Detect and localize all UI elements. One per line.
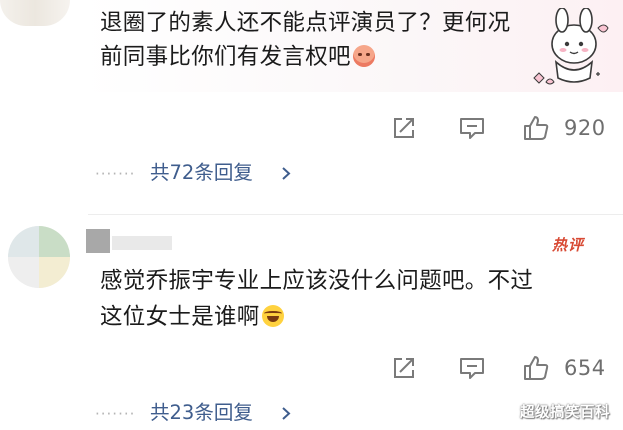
comment-text: 这位女士是谁啊	[100, 302, 284, 332]
comment-text-line: 退圈了的素人还不能点评演员了？更何况	[100, 10, 511, 36]
like-icon[interactable]	[522, 114, 550, 142]
share-icon[interactable]	[390, 354, 418, 382]
comment-card: 热评 感觉乔振宇专业上应该没什么问题吧。不过 这位女士是谁啊 654 ·····…	[0, 204, 623, 430]
comment-text: 退圈了的素人还不能点评演员了？更何况	[100, 8, 510, 38]
watermark-text: 超级搞笑百科	[520, 405, 610, 421]
reply-count-label[interactable]: 共23条回复	[150, 399, 253, 427]
comment-text: 感觉乔振宇专业上应该没什么问题吧。不过	[100, 266, 533, 296]
redacted-username	[86, 229, 110, 253]
like-count: 654	[564, 356, 606, 380]
reply-icon[interactable]	[458, 114, 486, 142]
like-icon[interactable]	[522, 354, 550, 382]
comment-text-line: 这位女士是谁啊	[100, 304, 260, 330]
share-icon[interactable]	[390, 114, 418, 142]
comment-actions: 920	[0, 110, 623, 146]
chevron-right-icon	[282, 167, 291, 180]
avatar[interactable]	[0, 0, 70, 26]
comment-text: 前同事比你们有发言权吧	[100, 42, 375, 72]
blush-face-icon	[352, 45, 375, 67]
comment-text-line: 感觉乔振宇专业上应该没什么问题吧。不过	[100, 268, 534, 294]
comment-text-line: 前同事比你们有发言权吧	[100, 44, 351, 70]
reply-count-label[interactable]: 共72条回复	[150, 159, 253, 187]
like-count: 920	[564, 116, 606, 140]
laughing-tears-icon	[261, 305, 284, 327]
comment-card: 退圈了的素人还不能点评演员了？更何况 前同事比你们有发言权吧 920 ·····…	[0, 0, 623, 204]
avatar[interactable]	[8, 226, 70, 288]
hot-comment-badge: 热评	[552, 236, 585, 254]
comment-actions: 654	[0, 350, 623, 386]
bunny-sticker-icon	[533, 8, 609, 85]
reply-thread-dots: ·······	[95, 405, 136, 423]
redacted-username-tail	[112, 236, 172, 250]
chevron-right-icon	[282, 407, 291, 420]
reply-icon[interactable]	[458, 354, 486, 382]
reply-thread-dots: ·······	[95, 165, 136, 183]
